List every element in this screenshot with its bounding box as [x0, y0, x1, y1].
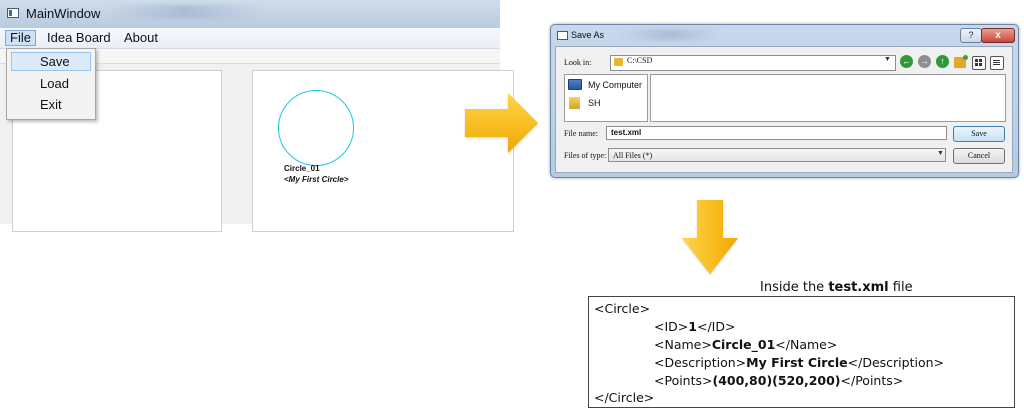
blurred-dialog-title-area — [620, 29, 720, 40]
circle-description-label: <My First Circle> — [284, 175, 349, 184]
file-dropdown-menu: Save Load Exit — [6, 48, 96, 120]
user-folder-icon — [569, 97, 580, 109]
menu-item-load[interactable]: Load — [11, 74, 91, 93]
menu-about[interactable]: About — [121, 30, 161, 46]
save-button[interactable]: Save — [953, 126, 1005, 142]
back-icon[interactable]: ← — [900, 55, 913, 68]
dialog-icon — [557, 31, 568, 40]
xml-circle-close: </Circle> — [594, 390, 655, 405]
look-in-label: Look in: — [564, 58, 592, 67]
xml-circle-open: <Circle> — [594, 301, 651, 316]
new-folder-icon[interactable] — [954, 55, 968, 68]
file-name-label: File name: — [564, 129, 598, 138]
file-list[interactable] — [650, 74, 1006, 122]
xml-description-line: <Description>My First Circle</Descriptio… — [654, 355, 944, 370]
look-in-value: C:\CSD — [627, 56, 653, 65]
chevron-down-icon[interactable]: ▼ — [937, 150, 944, 157]
chevron-down-icon[interactable]: ▼ — [884, 56, 891, 63]
list-view-icon[interactable] — [972, 56, 986, 70]
help-button[interactable]: ? — [960, 28, 982, 43]
file-name-field[interactable] — [606, 126, 947, 140]
forward-icon[interactable]: → — [918, 55, 931, 68]
dialog-title: Save As — [571, 30, 605, 40]
right-arrow-icon — [465, 93, 538, 153]
sidebar-item-my-computer[interactable]: My Computer — [588, 80, 642, 90]
xml-caption: Inside the test.xml file — [760, 280, 913, 295]
window-title: MainWindow — [26, 6, 101, 21]
window-icon — [7, 8, 19, 18]
xml-points-line: <Points>(400,80)(520,200)</Points> — [654, 373, 904, 388]
menu-idea-board[interactable]: Idea Board — [44, 30, 114, 46]
circle-name-label: Circle_01 — [284, 164, 320, 173]
close-button[interactable]: x — [981, 28, 1015, 43]
menu-file[interactable]: File — [5, 30, 36, 46]
menu-item-save[interactable]: Save — [11, 52, 91, 71]
xml-name-line: <Name>Circle_01</Name> — [654, 337, 838, 352]
down-arrow-icon — [682, 200, 738, 274]
circle-shape[interactable] — [278, 90, 354, 166]
cancel-button[interactable]: Cancel — [953, 148, 1005, 164]
file-type-dropdown[interactable]: All Files (*) — [608, 148, 946, 162]
detail-view-icon[interactable] — [990, 56, 1004, 70]
folder-icon — [614, 58, 623, 66]
sidebar-item-sh[interactable]: SH — [588, 98, 601, 108]
computer-icon — [568, 79, 582, 90]
file-type-label: Files of type: — [564, 151, 607, 160]
look-in-dropdown[interactable] — [610, 55, 896, 71]
up-folder-icon[interactable]: ↑ — [936, 55, 949, 68]
menu-item-exit[interactable]: Exit — [11, 95, 91, 114]
xml-id-line: <ID>1</ID> — [654, 319, 736, 334]
blurred-title-area — [110, 5, 260, 19]
